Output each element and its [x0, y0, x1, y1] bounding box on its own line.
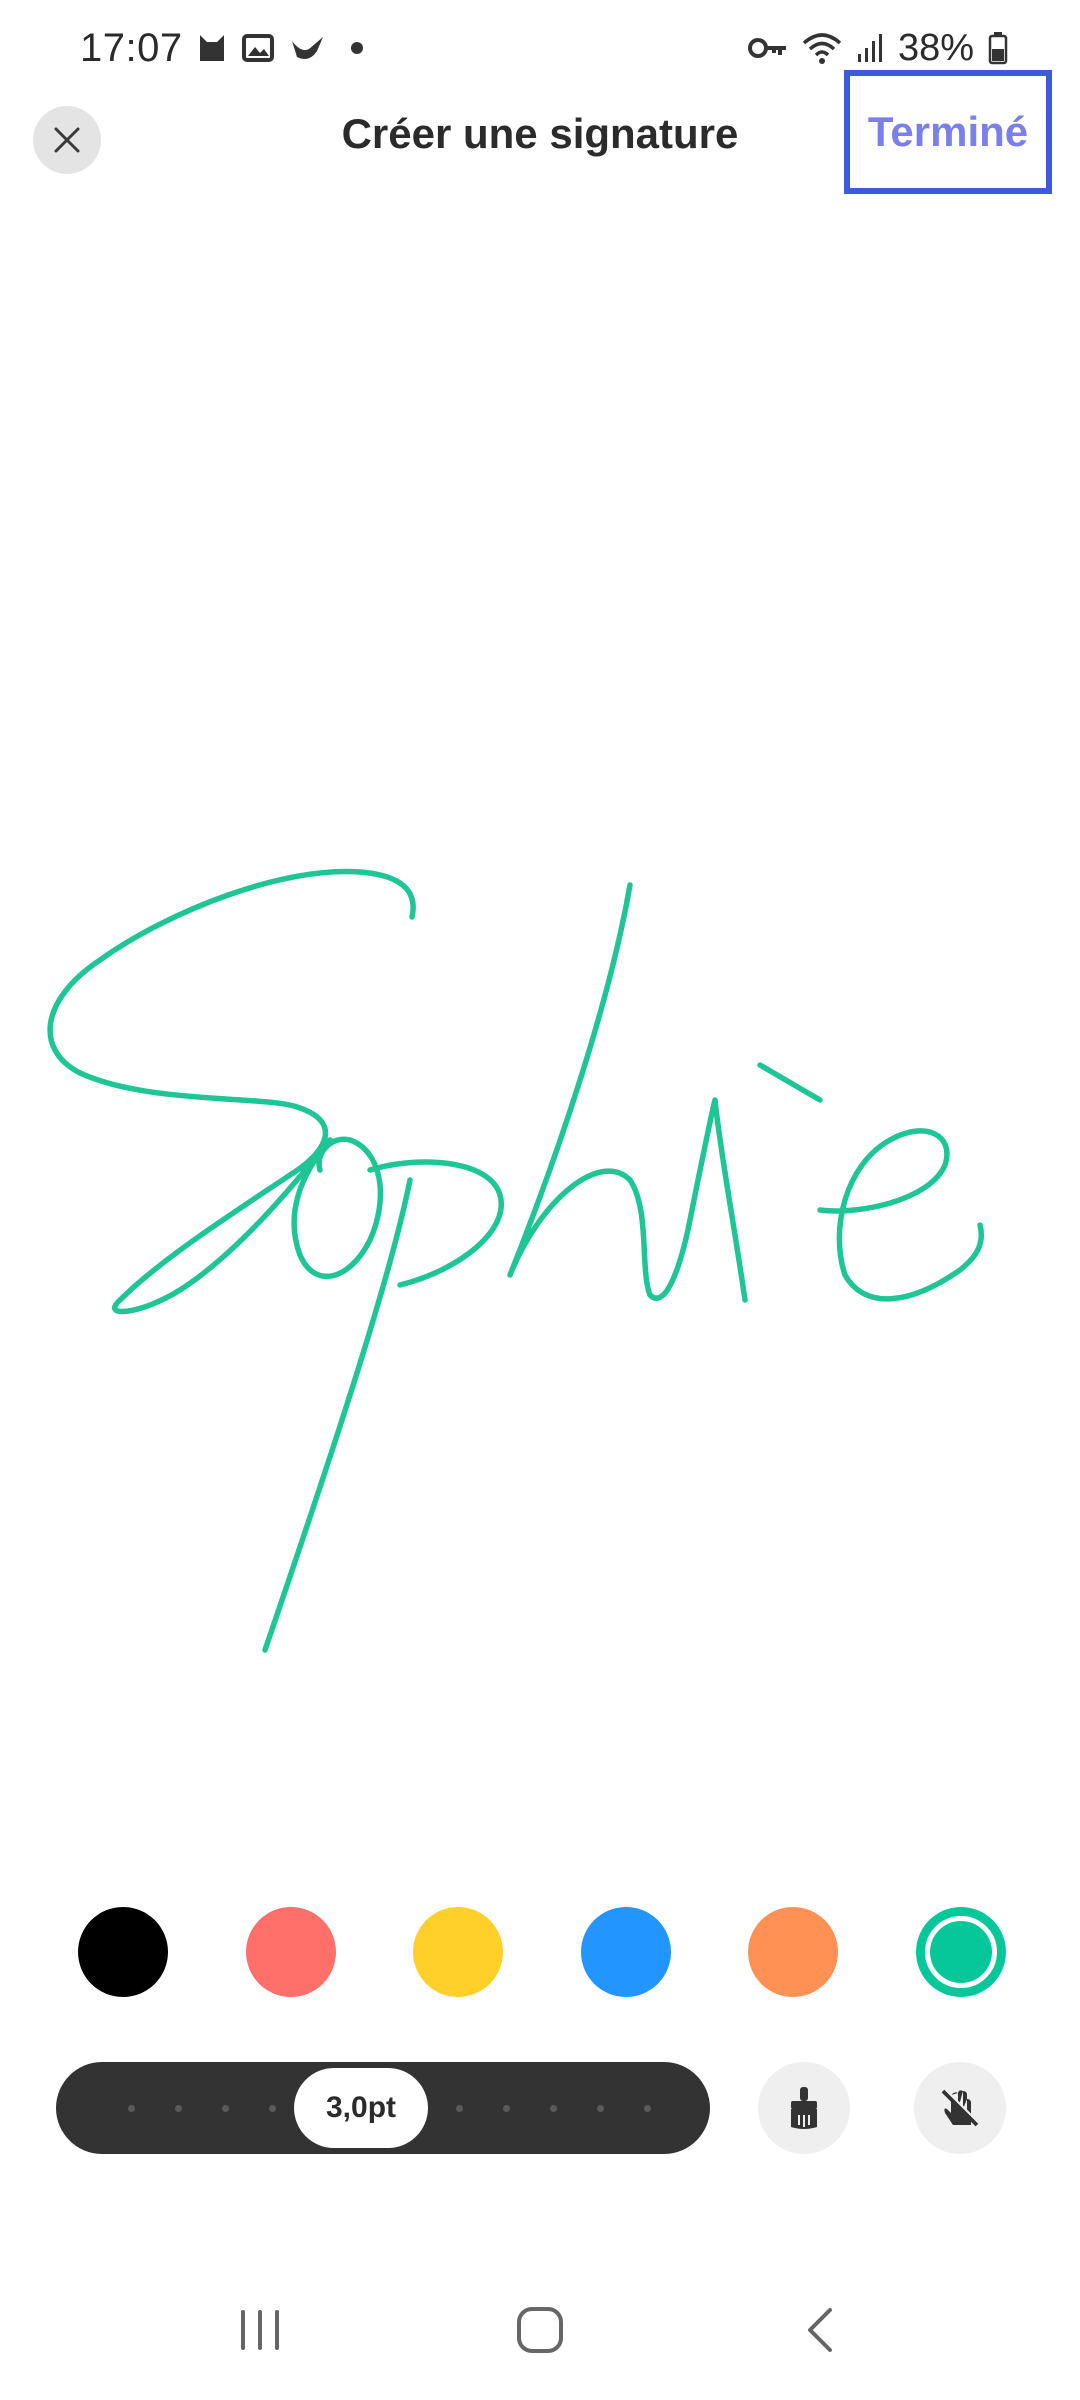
cat-icon [197, 31, 227, 65]
tools-row: 3,0pt [56, 2062, 1006, 2154]
vpn-key-icon [747, 35, 788, 61]
signature-strokes [47, 868, 984, 1653]
image-icon [241, 31, 275, 65]
slider-tick [175, 2105, 182, 2112]
color-swatch-3[interactable] [413, 1907, 504, 1997]
hand-off-icon [941, 2088, 980, 2127]
wifi-icon [802, 31, 842, 65]
status-right: 38% [747, 26, 1008, 70]
slider-tick [269, 2105, 276, 2112]
header: Créer une signature Terminé [0, 70, 1080, 246]
battery-icon [988, 31, 1008, 65]
status-time: 17:07 [80, 25, 183, 70]
slider-tick [644, 2105, 651, 2112]
slider-tick [456, 2105, 463, 2112]
color-swatch-4[interactable] [580, 1907, 671, 1997]
back-button[interactable] [760, 2290, 880, 2370]
stroke-width-thumb[interactable]: 3,0pt [294, 2068, 428, 2148]
signature-stroke-s [47, 868, 416, 1315]
home-button[interactable] [480, 2290, 600, 2370]
back-icon [808, 2308, 832, 2352]
notification-dot-icon [350, 42, 363, 54]
signature-stroke-p [262, 1159, 505, 1653]
bird-icon [289, 31, 327, 65]
stroke-width-slider[interactable]: 3,0pt [56, 2062, 710, 2154]
navigation-bar [0, 2280, 1080, 2380]
status-left: 17:07 [80, 26, 363, 71]
slider-tick [222, 2105, 229, 2112]
done-button[interactable]: Terminé [844, 70, 1052, 194]
signature-stroke-i [687, 1062, 823, 1303]
slider-tick [503, 2105, 510, 2112]
home-icon [517, 2307, 563, 2353]
color-swatch-1[interactable] [78, 1907, 168, 1997]
signature-stroke-h [507, 882, 693, 1301]
palm-rejection-button[interactable] [914, 2062, 1006, 2154]
signature-stroke-e [817, 1128, 984, 1302]
recent-apps-icon [241, 2310, 279, 2350]
color-swatch-6[interactable] [915, 1907, 1006, 1997]
battery-percent: 38% [897, 26, 974, 69]
signature-canvas[interactable] [0, 240, 1080, 1860]
slider-tick [597, 2105, 604, 2112]
recent-apps-button[interactable] [200, 2290, 320, 2370]
color-swatch-2[interactable] [245, 1907, 336, 1997]
slider-tick [550, 2105, 557, 2112]
signal-icon [856, 32, 884, 64]
color-swatch-5[interactable] [748, 1907, 839, 1997]
brush-button[interactable] [758, 2062, 850, 2154]
brush-icon [791, 2087, 817, 2129]
signature-drawing [47, 868, 984, 1653]
slider-tick [128, 2105, 135, 2112]
screen: 17:07 38% Créer une signature Terminé 3,… [0, 0, 1080, 2400]
color-palette [78, 1906, 1006, 1998]
